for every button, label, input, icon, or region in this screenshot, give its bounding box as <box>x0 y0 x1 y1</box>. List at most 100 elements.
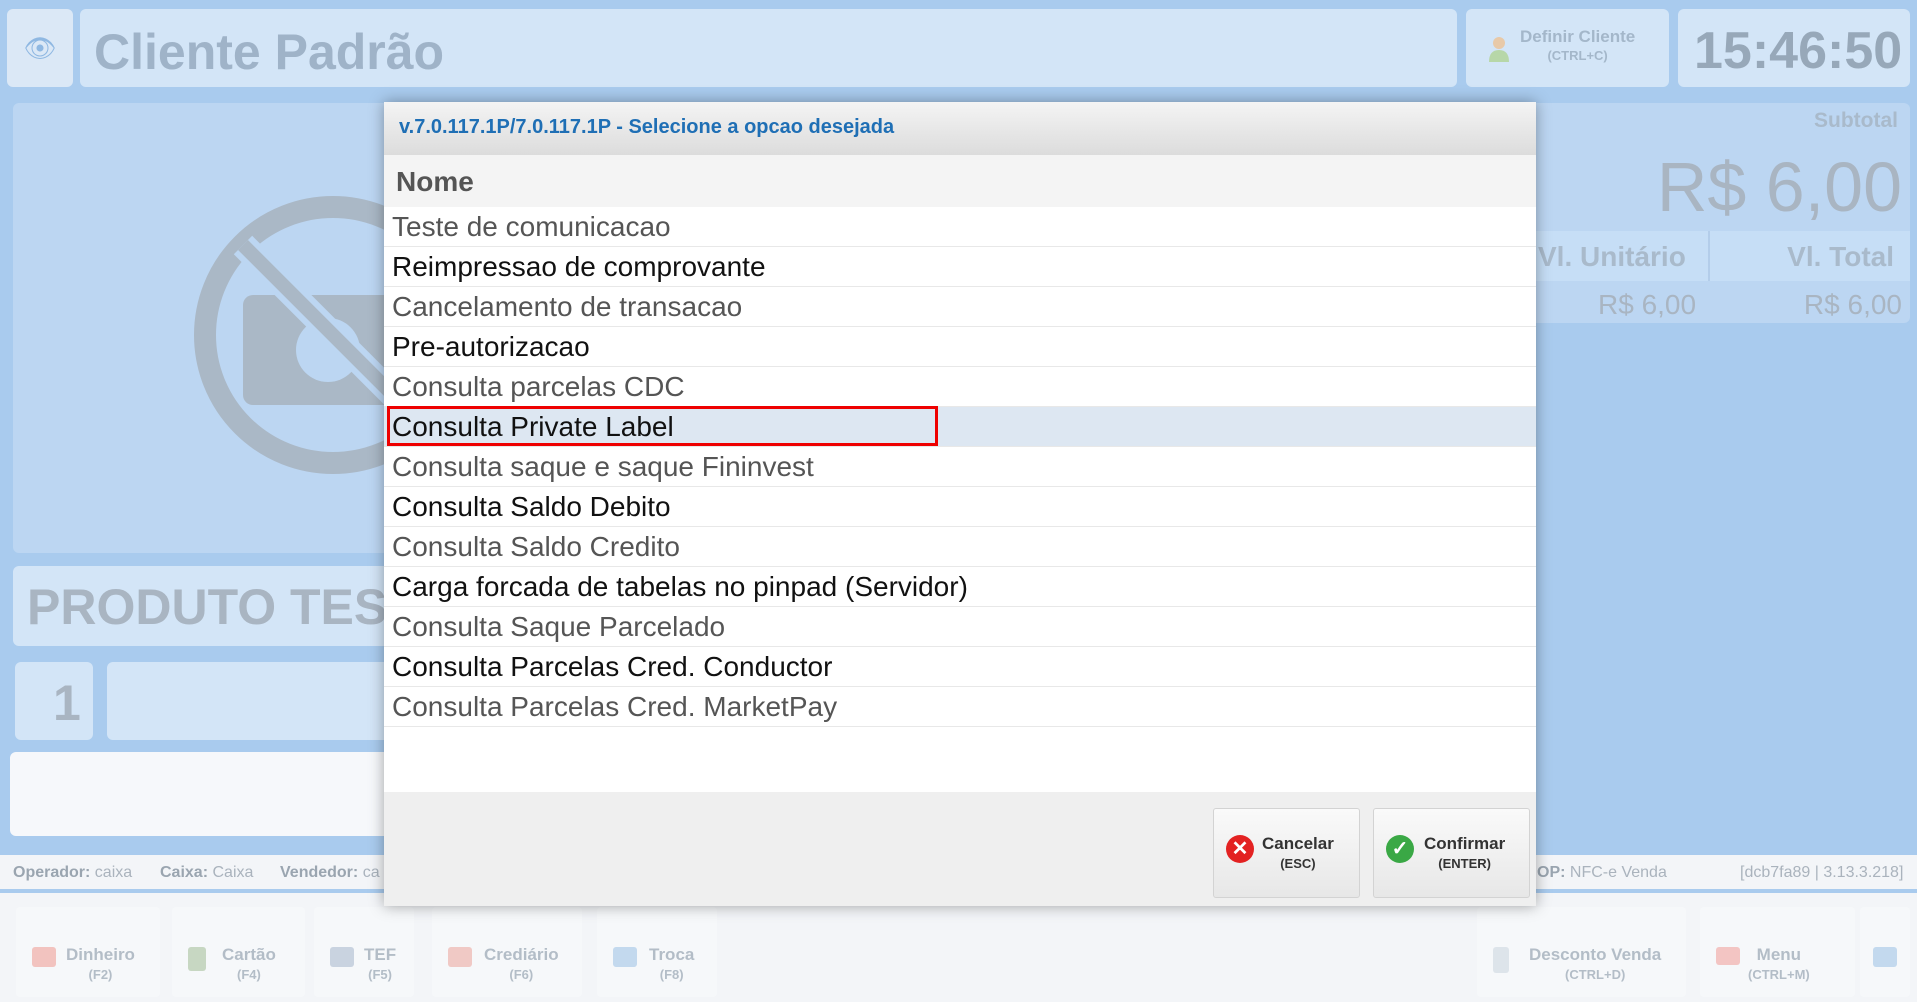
seller-info: Vendedor: ca <box>280 864 380 882</box>
list-item[interactable]: Carga forcada de tabelas no pinpad (Serv… <box>384 567 1536 607</box>
cash-label: Dinheiro <box>66 945 135 964</box>
cancel-button[interactable]: ✕ Cancelar (ESC) <box>1213 808 1360 898</box>
op-label: OP: <box>1537 864 1566 881</box>
subtotal-label: Subtotal <box>1814 109 1898 132</box>
cash-icon <box>32 947 56 967</box>
totals-columns-header: Vl. Unitário Vl. Total <box>1530 231 1910 281</box>
unit-price-value: R$ 6,00 <box>1598 289 1697 320</box>
list-item[interactable]: Consulta saque e saque Fininvest <box>384 447 1536 487</box>
credit-store-button[interactable]: Crediário (F6) <box>432 907 582 997</box>
list-item-label: Pre-autorizacao <box>392 331 590 362</box>
options-list: Teste de comunicacao Reimpressao de comp… <box>384 207 1536 727</box>
sale-discount-button[interactable]: Desconto Venda (CTRL+D) <box>1477 907 1686 997</box>
list-item-label: Carga forcada de tabelas no pinpad (Serv… <box>392 571 968 602</box>
swap-arrows-icon <box>613 947 637 967</box>
product-name: PRODUTO TES <box>27 579 388 635</box>
version-tag: [dcb7fa89 | 3.13.3.218] <box>1740 864 1904 881</box>
chat-icon <box>1873 947 1897 967</box>
exchange-label: Troca <box>649 945 695 964</box>
dialog-header: v.7.0.117.1P/7.0.117.1P - Selecione a op… <box>384 102 1536 155</box>
column-divider <box>1708 231 1710 281</box>
cashier-label: Caixa: <box>160 864 209 881</box>
confirm-label: Confirmar <box>1424 834 1506 853</box>
sale-discount-shortcut: (CTRL+D) <box>1564 967 1626 982</box>
list-item-label: Consulta Parcelas Cred. MarketPay <box>392 691 838 722</box>
menu-button[interactable]: Menu (CTRL+M) <box>1700 907 1855 997</box>
exchange-shortcut: (F8) <box>659 967 684 982</box>
clock-time: 15:46:50 <box>1694 22 1903 80</box>
list-item[interactable]: Consulta Parcelas Cred. MarketPay <box>384 687 1536 727</box>
list-item[interactable]: Consulta Saldo Debito <box>384 487 1536 527</box>
totals-panel: Subtotal R$ 6,00 Vl. Unitário Vl. Total … <box>1530 103 1910 323</box>
product-code-input[interactable] <box>107 662 393 740</box>
menu-shortcut: (CTRL+M) <box>1748 967 1810 982</box>
operator-value: caixa <box>94 864 133 881</box>
client-name: Cliente Padrão <box>94 24 445 80</box>
confirm-shortcut: (ENTER) <box>1438 856 1491 871</box>
person-icon <box>1489 37 1509 62</box>
list-item-label: Consulta Saque Parcelado <box>392 611 726 642</box>
cashier-info: Caixa: Caixa <box>160 864 253 882</box>
close-icon: ✕ <box>1226 835 1254 863</box>
list-item[interactable]: Consulta Saldo Credito <box>384 527 1536 567</box>
option-selection-dialog: v.7.0.117.1P/7.0.117.1P - Selecione a op… <box>384 102 1536 906</box>
list-item-label: Consulta Saldo Credito <box>392 531 680 562</box>
cash-button[interactable]: Dinheiro (F2) <box>16 907 160 997</box>
list-item[interactable]: Consulta parcelas CDC <box>384 367 1536 407</box>
total-price-value: R$ 6,00 <box>1803 289 1902 320</box>
list-item-label: Consulta Private Label <box>392 411 674 442</box>
credit-store-label: Crediário <box>484 945 559 964</box>
quantity-box: 1 <box>15 662 93 740</box>
cash-shortcut: (F2) <box>88 967 113 982</box>
op-info: OP: NFC-e Venda <box>1537 864 1667 882</box>
list-item[interactable]: Pre-autorizacao <box>384 327 1536 367</box>
client-box: Cliente Padrão <box>80 9 1457 87</box>
eye-icon: 👁 <box>23 32 57 63</box>
quantity-value: 1 <box>53 675 81 731</box>
list-item-label: Consulta Parcelas Cred. Conductor <box>392 651 833 682</box>
subtotal-value: R$ 6,00 <box>1656 148 1902 226</box>
list-item[interactable]: Consulta Parcelas Cred. Conductor <box>384 647 1536 687</box>
clock: 15:46:50 <box>1678 9 1910 87</box>
list-item[interactable]: Reimpressao de comprovante <box>384 247 1536 287</box>
card-label: Cartão <box>222 945 276 964</box>
list-item-label: Consulta parcelas CDC <box>392 371 685 402</box>
function-bar: Dinheiro (F2) Cartão (F4) TEF (F5) Crediári… <box>0 893 1917 1002</box>
cancel-label: Cancelar <box>1262 834 1334 853</box>
card-shortcut: (F4) <box>237 967 261 982</box>
confirm-button[interactable]: ✓ Confirmar (ENTER) <box>1373 808 1530 898</box>
product-name-box: PRODUTO TES <box>13 566 393 646</box>
tef-shortcut: (F5) <box>368 967 392 982</box>
seller-value: ca <box>362 864 380 881</box>
cashier-value: Caixa <box>212 864 254 881</box>
exchange-button[interactable]: Troca (F8) <box>597 907 717 997</box>
define-client-button[interactable]: Definir Cliente (CTRL+C) <box>1466 9 1669 87</box>
dialog-footer: ✕ Cancelar (ESC) ✓ Confirmar (ENTER) <box>384 792 1536 906</box>
calendar-icon <box>448 947 472 967</box>
product-image-area <box>13 103 472 553</box>
hamburger-icon <box>1716 947 1740 965</box>
tef-button[interactable]: TEF (F5) <box>314 907 414 997</box>
card-machine-icon <box>188 947 206 971</box>
card-button[interactable]: Cartão (F4) <box>172 907 305 997</box>
checkmark-icon: ✓ <box>1386 835 1414 863</box>
op-value: NFC-e Venda <box>1569 864 1667 881</box>
cancel-shortcut: (ESC) <box>1280 856 1316 871</box>
list-item[interactable]: Consulta Saque Parcelado <box>384 607 1536 647</box>
total-price-header: Vl. Total <box>1787 241 1894 272</box>
operator-label: Operador: <box>13 864 91 881</box>
visibility-toggle-button[interactable]: 👁 <box>7 9 73 87</box>
name-column-header[interactable]: Nome <box>384 155 1536 207</box>
tef-label: TEF <box>364 945 397 964</box>
define-client-shortcut: (CTRL+C) <box>1547 48 1608 63</box>
dialog-title: v.7.0.117.1P/7.0.117.1P - Selecione a op… <box>399 116 895 138</box>
list-item-label: Cancelamento de transacao <box>392 291 743 322</box>
list-item-selected[interactable]: Consulta Private Label <box>384 406 1536 447</box>
barcode-input[interactable] <box>10 752 395 836</box>
list-item[interactable]: Teste de comunicacao <box>384 207 1536 247</box>
define-client-label: Definir Cliente <box>1520 27 1636 46</box>
list-item[interactable]: Cancelamento de transacao <box>384 287 1536 327</box>
sale-discount-label: Desconto Venda <box>1529 945 1662 964</box>
chat-button[interactable] <box>1860 907 1910 997</box>
list-item-label: Consulta saque e saque Fininvest <box>392 451 814 482</box>
